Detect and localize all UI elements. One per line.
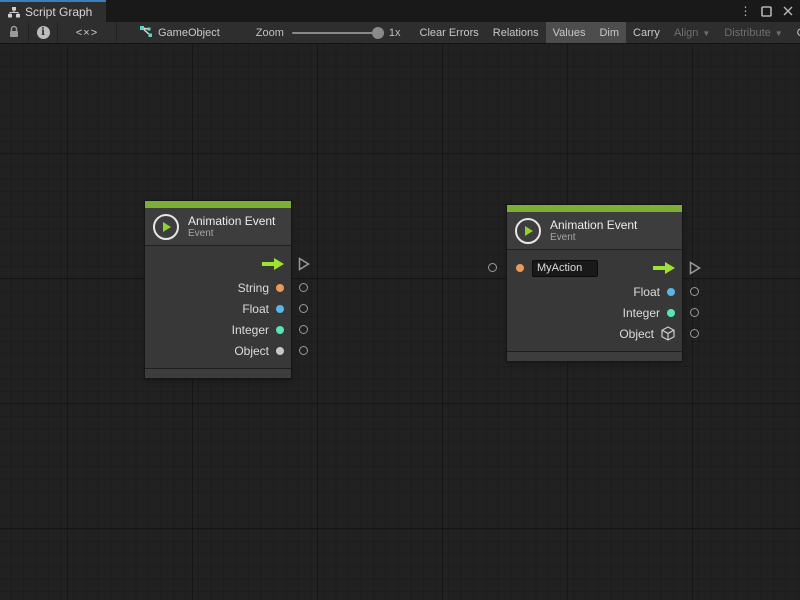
graph-canvas[interactable]: Animation Event Event String Float xyxy=(0,44,800,600)
flow-arrow-icon xyxy=(653,262,675,274)
port-label: Float xyxy=(242,302,269,316)
output-row-object: Object xyxy=(507,323,682,344)
tab-label: Script Graph xyxy=(25,5,92,19)
code-view-button[interactable]: <×> xyxy=(58,22,116,43)
string-type-dot xyxy=(276,284,284,292)
carry-toggle[interactable]: Carry xyxy=(626,22,667,43)
output-row-string: String xyxy=(145,277,291,298)
toolbar-button-group: Clear Errors Relations Values Dim Carry … xyxy=(413,22,800,43)
output-row-float: Float xyxy=(507,281,682,302)
code-view-icon: <×> xyxy=(76,27,98,39)
overview-button[interactable]: Overv xyxy=(790,22,800,43)
graph-target-label: GameObject xyxy=(158,27,220,39)
node-accent-bar xyxy=(507,205,682,212)
toolbar-separator xyxy=(116,22,117,43)
node-title: Animation Event xyxy=(188,214,275,228)
node-body: Float Integer Object xyxy=(507,250,682,351)
script-graph-asset-icon xyxy=(139,25,153,41)
graph-target-button[interactable]: GameObject xyxy=(133,22,226,43)
name-input-and-trigger-row xyxy=(507,255,682,281)
button-label: Carry xyxy=(633,27,660,39)
lock-icon xyxy=(8,25,20,41)
zoom-slider-handle[interactable] xyxy=(372,27,384,39)
float-type-dot xyxy=(276,305,284,313)
values-toggle[interactable]: Values xyxy=(546,22,593,43)
node-footer xyxy=(507,351,682,361)
node-header[interactable]: Animation Event Event xyxy=(145,208,291,246)
event-play-icon xyxy=(515,218,541,244)
zoom-slider[interactable] xyxy=(292,32,382,34)
port-label: Object xyxy=(234,344,269,358)
output-row-integer: Integer xyxy=(507,302,682,323)
button-label: Relations xyxy=(493,27,539,39)
event-name-field[interactable] xyxy=(532,260,598,277)
node-animation-event-2[interactable]: Animation Event Event Float xyxy=(507,205,682,361)
trigger-output-row xyxy=(145,251,291,277)
button-label: Values xyxy=(553,27,586,39)
lock-button[interactable] xyxy=(0,22,28,43)
float-output-port[interactable] xyxy=(299,304,308,313)
button-label: Clear Errors xyxy=(420,27,479,39)
float-type-dot xyxy=(667,288,675,296)
info-button[interactable]: i xyxy=(29,22,57,43)
event-play-icon xyxy=(153,214,179,240)
close-icon[interactable] xyxy=(779,2,796,20)
node-subtitle: Event xyxy=(550,232,637,244)
node-footer xyxy=(145,368,291,378)
output-row-float: Float xyxy=(145,298,291,319)
zoom-label: Zoom xyxy=(256,27,284,39)
clear-errors-button[interactable]: Clear Errors xyxy=(413,22,486,43)
dim-toggle[interactable]: Dim xyxy=(592,22,626,43)
output-row-object: Object xyxy=(145,340,291,361)
align-dropdown[interactable]: Align ▼ xyxy=(667,22,717,43)
integer-type-dot xyxy=(276,326,284,334)
integer-output-port[interactable] xyxy=(690,308,699,317)
flow-arrow-icon xyxy=(262,258,284,270)
button-label: Distribute xyxy=(724,27,770,39)
object-output-port[interactable] xyxy=(690,329,699,338)
object-type-dot xyxy=(276,347,284,355)
trigger-output-port[interactable] xyxy=(689,261,701,278)
distribute-dropdown[interactable]: Distribute ▼ xyxy=(717,22,789,43)
zoom-value: 1x xyxy=(389,27,401,39)
integer-output-port[interactable] xyxy=(299,325,308,334)
string-output-port[interactable] xyxy=(299,283,308,292)
node-subtitle: Event xyxy=(188,228,275,240)
output-row-integer: Integer xyxy=(145,319,291,340)
button-label: Dim xyxy=(599,27,619,39)
node-animation-event-1[interactable]: Animation Event Event String Float xyxy=(145,201,291,378)
button-label: Align xyxy=(674,27,698,39)
window-menu-icon[interactable]: ⋮ xyxy=(737,2,754,20)
name-input-port[interactable] xyxy=(488,263,497,272)
chevron-down-icon: ▼ xyxy=(702,29,710,38)
integer-type-dot xyxy=(667,309,675,317)
node-title: Animation Event xyxy=(550,218,637,232)
node-body: String Float Integer Object xyxy=(145,246,291,368)
info-icon: i xyxy=(37,26,50,39)
maximize-icon[interactable] xyxy=(758,2,775,20)
port-label: Float xyxy=(633,285,660,299)
port-label: Integer xyxy=(232,323,269,337)
float-output-port[interactable] xyxy=(690,287,699,296)
port-label: Integer xyxy=(623,306,660,320)
object-output-port[interactable] xyxy=(299,346,308,355)
zoom-control: Zoom 1x xyxy=(256,22,401,43)
port-label: String xyxy=(238,281,269,295)
trigger-output-port[interactable] xyxy=(298,257,310,274)
window-titlebar: Script Graph ⋮ xyxy=(0,0,800,22)
window-controls: ⋮ xyxy=(737,0,796,22)
cube-icon xyxy=(661,326,675,341)
graph-hierarchy-icon xyxy=(8,7,20,18)
node-header[interactable]: Animation Event Event xyxy=(507,212,682,250)
tab-script-graph[interactable]: Script Graph xyxy=(0,0,106,22)
graph-toolbar: i <×> GameObject Zoom 1x Clear Errors Re… xyxy=(0,22,800,44)
string-type-dot xyxy=(516,264,524,272)
relations-toggle[interactable]: Relations xyxy=(486,22,546,43)
node-accent-bar xyxy=(145,201,291,208)
chevron-down-icon: ▼ xyxy=(775,29,783,38)
port-label: Object xyxy=(619,327,654,341)
